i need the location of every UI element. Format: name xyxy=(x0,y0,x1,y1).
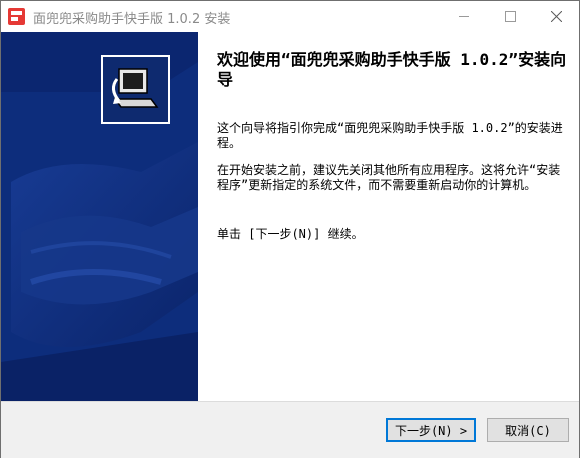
maximize-button[interactable] xyxy=(487,1,533,32)
close-icon xyxy=(550,11,562,22)
close-button[interactable] xyxy=(533,1,579,32)
button-bar: 下一步(N) > 取消(C) xyxy=(1,401,579,458)
minimize-button[interactable] xyxy=(441,1,487,32)
installer-computer-icon xyxy=(101,55,170,124)
welcome-panel: 欢迎使用“面兜兜采购助手快手版 1.0.2”安装向导 这个向导将指引你完成“面兜… xyxy=(198,32,579,401)
title-bar: 面兜兜采购助手快手版 1.0.2 安装 xyxy=(1,1,579,32)
app-icon xyxy=(8,8,25,25)
maximize-icon xyxy=(504,11,516,22)
welcome-heading: 欢迎使用“面兜兜采购助手快手版 1.0.2”安装向导 xyxy=(217,50,567,89)
installer-window: 面兜兜采购助手快手版 1.0.2 安装 欢迎使用“面兜兜采购助手快手版 1.0.… xyxy=(0,0,580,458)
minimize-icon xyxy=(459,16,469,17)
window-title: 面兜兜采购助手快手版 1.0.2 安装 xyxy=(33,12,231,27)
wizard-sidebar-banner xyxy=(1,32,198,401)
cancel-button[interactable]: 取消(C) xyxy=(487,418,569,442)
continue-instruction: 单击 [下一步(N)] 继续。 xyxy=(217,227,364,241)
next-button[interactable]: 下一步(N) > xyxy=(386,418,476,442)
advice-text: 在开始安装之前，建议先关闭其他所有应用程序。这将允许“安装程序”更新指定的系统文… xyxy=(217,163,561,192)
intro-text: 这个向导将指引你完成“面兜兜采购助手快手版 1.0.2”的安装进程。 xyxy=(217,121,563,150)
